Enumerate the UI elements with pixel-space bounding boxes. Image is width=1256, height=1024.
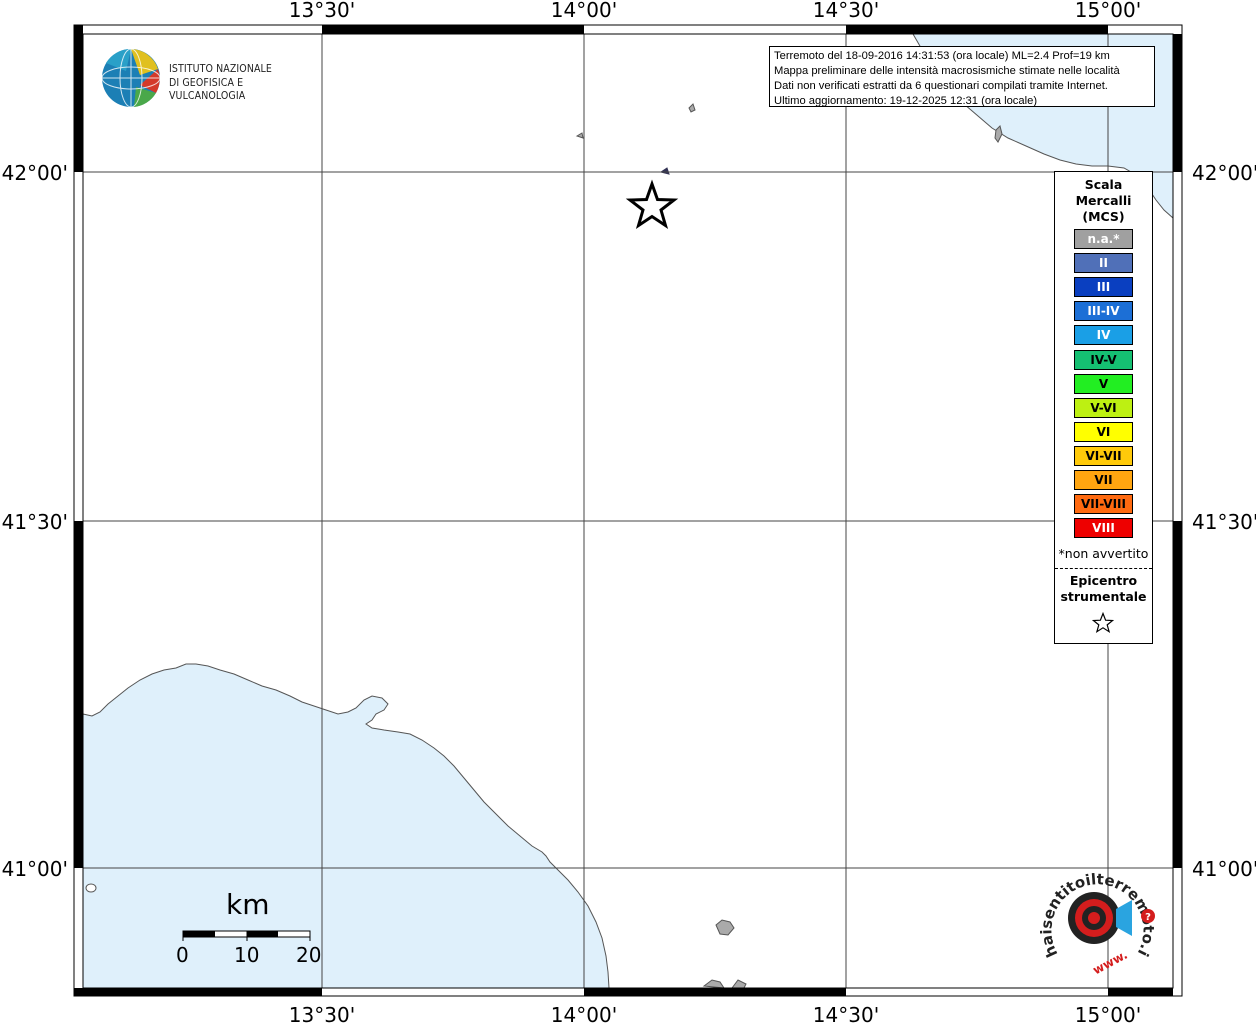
lat-label-right-3: 41°00' [1192, 857, 1256, 881]
event-info-line-3: Dati non verificati estratti da 6 questi… [774, 80, 1108, 92]
megaphone-icon [1116, 900, 1132, 936]
lat-label-left-2: 41°30' [2, 510, 68, 534]
island-ponza [85, 883, 97, 893]
event-info-box: Terremoto del 18-09-2016 14:31:53 (ora l… [769, 46, 1155, 107]
scale-tick-20: 20 [296, 943, 322, 967]
legend-item-vi-vii: VI-VII [1074, 445, 1133, 466]
ingv-logo-text: ISTITUTO NAZIONALE DI GEOFISICA E VULCAN… [169, 63, 320, 104]
legend-epicenter-label: Epicentro strumentale [1055, 573, 1152, 605]
event-info-line-4: Ultimo aggiornamento: 19-12-2025 12:31 (… [774, 95, 1038, 107]
legend-item-vii-viii: VII-VIII [1074, 494, 1133, 515]
legend-epi-1: Epicentro [1069, 573, 1138, 588]
legend-item-v: V [1074, 373, 1133, 394]
lon-label-bottom-1: 13°30' [289, 1003, 355, 1024]
legend-item-iii: III [1074, 277, 1133, 298]
legend-star-icon [1092, 612, 1114, 634]
legend-title-1: Scala [1084, 177, 1123, 192]
legend-item-vi: VI [1074, 421, 1133, 442]
lat-label-left-1: 42°00' [2, 161, 68, 185]
legend-item-iii-iv: III-IV [1074, 301, 1133, 322]
legend-title-2: Mercalli [1075, 193, 1132, 208]
lon-label-bottom-2: 14°00' [551, 1003, 617, 1024]
lon-label-bottom-3: 14°30' [813, 1003, 879, 1024]
globe-icon [101, 48, 161, 108]
haisentito-logo: haisentitoilterremoto.it ? www. [1036, 862, 1157, 978]
legend-title-3: (MCS) [1082, 209, 1125, 224]
event-info-line-1: Terremoto del 18-09-2016 14:31:53 (ora l… [774, 50, 1110, 62]
lon-label-top-1: 13°30' [289, 0, 355, 22]
legend-title: Scala Mercalli (MCS) [1055, 177, 1152, 225]
legend-item-vii: VII [1074, 470, 1133, 490]
legend-item-iv: IV [1074, 325, 1133, 346]
lon-label-top-3: 14°30' [813, 0, 879, 22]
legend-note: *non avvertito [1058, 546, 1149, 561]
lon-label-bottom-4: 15°00' [1075, 1003, 1141, 1024]
scale-tick-0: 0 [176, 943, 189, 967]
event-info-line-2: Mappa preliminare delle intensità macros… [774, 65, 1120, 77]
mcs-legend: Scala Mercalli (MCS) n.a.* II III III-IV IV I… [1054, 171, 1153, 644]
scale-unit: km [226, 888, 270, 921]
ingv-line-1: ISTITUTO NAZIONALE [169, 63, 272, 75]
legend-item-viii: VIII [1074, 518, 1133, 539]
lat-label-right-1: 42°00' [1192, 161, 1256, 185]
lat-label-left-3: 41°00' [2, 857, 68, 881]
legend-item-v-vi: V-VI [1074, 397, 1133, 418]
scale-tick-10: 10 [234, 943, 260, 967]
legend-item-iv-v: IV-V [1074, 349, 1133, 370]
ingv-line-2: DI GEOFISICA E VULCANOLOGIA [169, 76, 246, 103]
ingv-logo: ISTITUTO NAZIONALE DI GEOFISICA E VULCAN… [100, 47, 320, 111]
legend-divider [1055, 568, 1152, 569]
lon-label-top-2: 14°00' [551, 0, 617, 22]
lat-label-right-2: 41°30' [1192, 510, 1256, 534]
legend-item-n-a: n.a.* [1074, 229, 1133, 249]
legend-item-ii: II [1074, 253, 1133, 274]
lon-label-top-4: 15°00' [1075, 0, 1141, 22]
haisentito-www: www. [1090, 948, 1129, 978]
scale-bar: km 0 10 20 [170, 888, 330, 968]
scale-bar-graphic [182, 930, 311, 941]
svg-text:?: ? [1145, 912, 1151, 923]
legend-epi-2: strumentale [1060, 589, 1147, 604]
